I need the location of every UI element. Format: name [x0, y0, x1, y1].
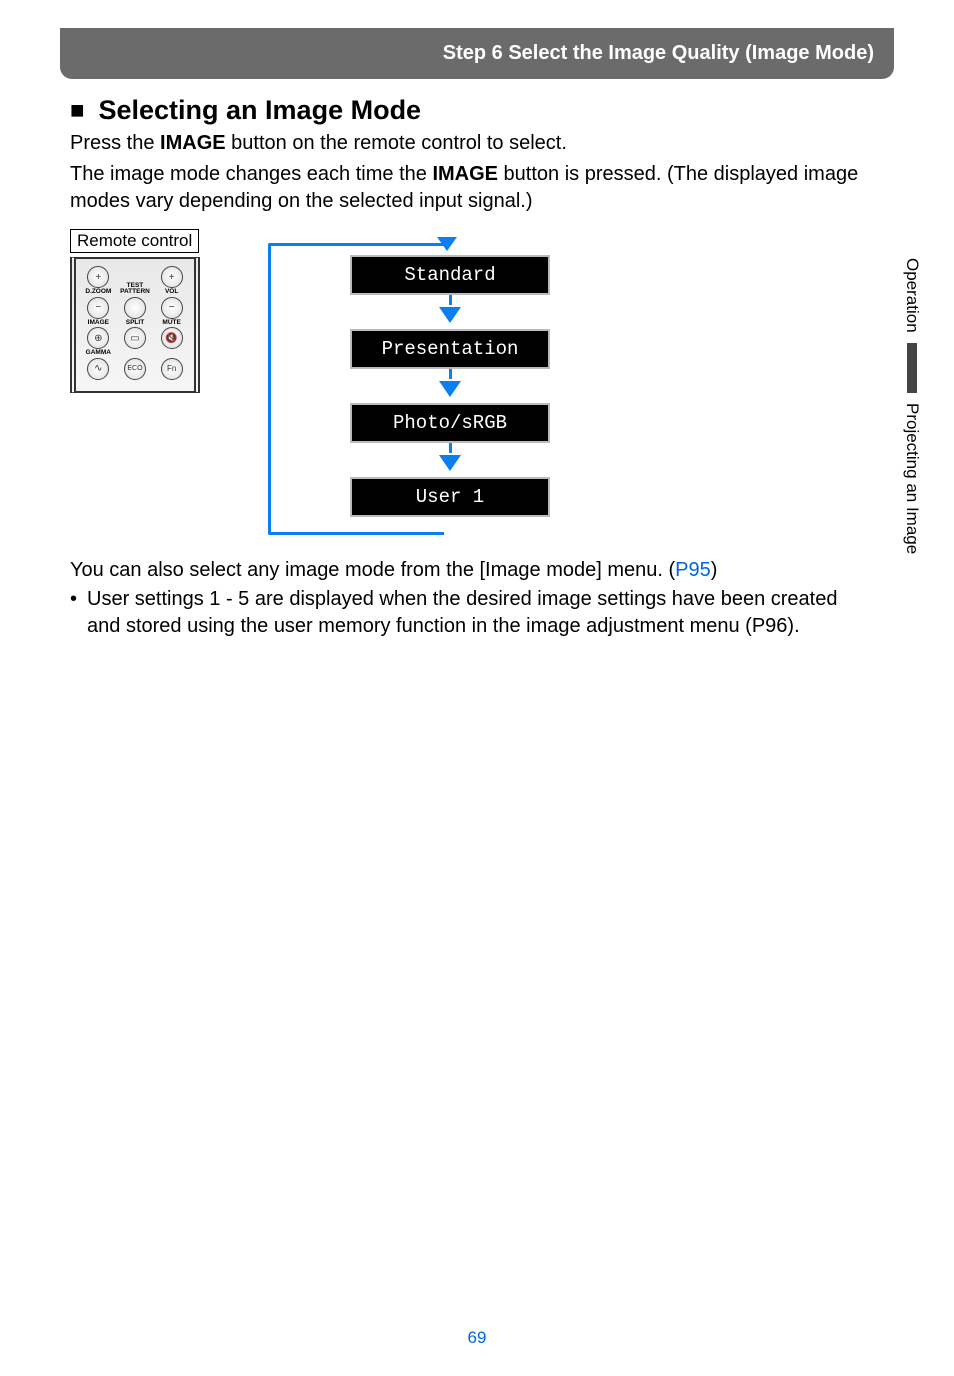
p1-c: button on the remote control to select. [226, 132, 567, 154]
section-heading: ■ Selecting an Image Mode [70, 95, 894, 126]
gamma-button-icon: ∿ [87, 358, 109, 380]
test-pattern-button [124, 297, 146, 319]
split-button-icon: ▭ [124, 327, 146, 349]
side-tabs: Operation Projecting an Image [892, 258, 932, 554]
page-number: 69 [0, 1328, 954, 1348]
remote-figure: Remote control +D.ZOOM TEST PATTERN +VOL… [70, 229, 200, 393]
remote-body: +D.ZOOM TEST PATTERN +VOL − − IMAGE⊕ SPL… [70, 257, 200, 393]
link-p96[interactable]: P96 [752, 615, 788, 637]
mode-user1: User 1 [350, 477, 550, 517]
remote-label: Remote control [70, 229, 199, 253]
test-pattern-label: TEST PATTERN [117, 283, 153, 296]
mute-button-icon: 🔇 [161, 327, 183, 349]
p2-bold: IMAGE [432, 163, 498, 185]
side-tab-operation: Operation [902, 258, 922, 333]
lower-line-1: You can also select any image mode from … [70, 557, 854, 584]
zoom-out-icon: − [87, 297, 109, 319]
l1a: You can also select any image mode from … [70, 559, 675, 581]
bullet-text-b: ). [787, 615, 799, 637]
mode-presentation: Presentation [350, 329, 550, 369]
section-heading-text: Selecting an Image Mode [99, 95, 422, 126]
image-button-icon: ⊕ [87, 327, 109, 349]
l1b: ) [711, 559, 718, 581]
arrow-down-icon [439, 307, 461, 323]
p2-a: The image mode changes each time the [70, 163, 432, 185]
side-tab-projecting: Projecting an Image [902, 403, 922, 554]
side-tab-marker [907, 343, 917, 393]
paragraph-2: The image mode changes each time the IMA… [70, 161, 884, 215]
link-p95[interactable]: P95 [675, 559, 711, 581]
zoom-in-icon: + [87, 266, 109, 288]
gamma-label: GAMMA [86, 350, 111, 357]
flow-entry-arrow-icon [437, 237, 457, 251]
image-mode-flow: Standard Presentation Photo/sRGB User 1 [320, 229, 580, 539]
step-header: Step 6 Select the Image Quality (Image M… [60, 28, 894, 79]
square-bullet-icon: ■ [70, 97, 85, 125]
arrow-down-icon [439, 455, 461, 471]
mode-standard: Standard [350, 255, 550, 295]
arrow-down-icon [439, 381, 461, 397]
fn-button: Fn [161, 358, 183, 380]
vol-label: VOL [165, 289, 178, 296]
p1-a: Press the [70, 132, 160, 154]
paragraph-1: Press the IMAGE button on the remote con… [70, 130, 884, 157]
dzoom-label: D.ZOOM [85, 289, 111, 296]
split-label: SPLIT [126, 320, 144, 327]
eco-button: ECO [124, 358, 146, 380]
mute-label: MUTE [162, 320, 180, 327]
vol-down-icon: − [161, 297, 183, 319]
image-label: IMAGE [88, 320, 109, 327]
mode-photo-srgb: Photo/sRGB [350, 403, 550, 443]
bullet-dot-icon: • [70, 586, 77, 640]
vol-up-icon: + [161, 266, 183, 288]
bullet-text-a: User settings 1 - 5 are displayed when t… [87, 588, 837, 637]
lower-bullet: • User settings 1 - 5 are displayed when… [70, 586, 854, 640]
p1-bold: IMAGE [160, 132, 226, 154]
